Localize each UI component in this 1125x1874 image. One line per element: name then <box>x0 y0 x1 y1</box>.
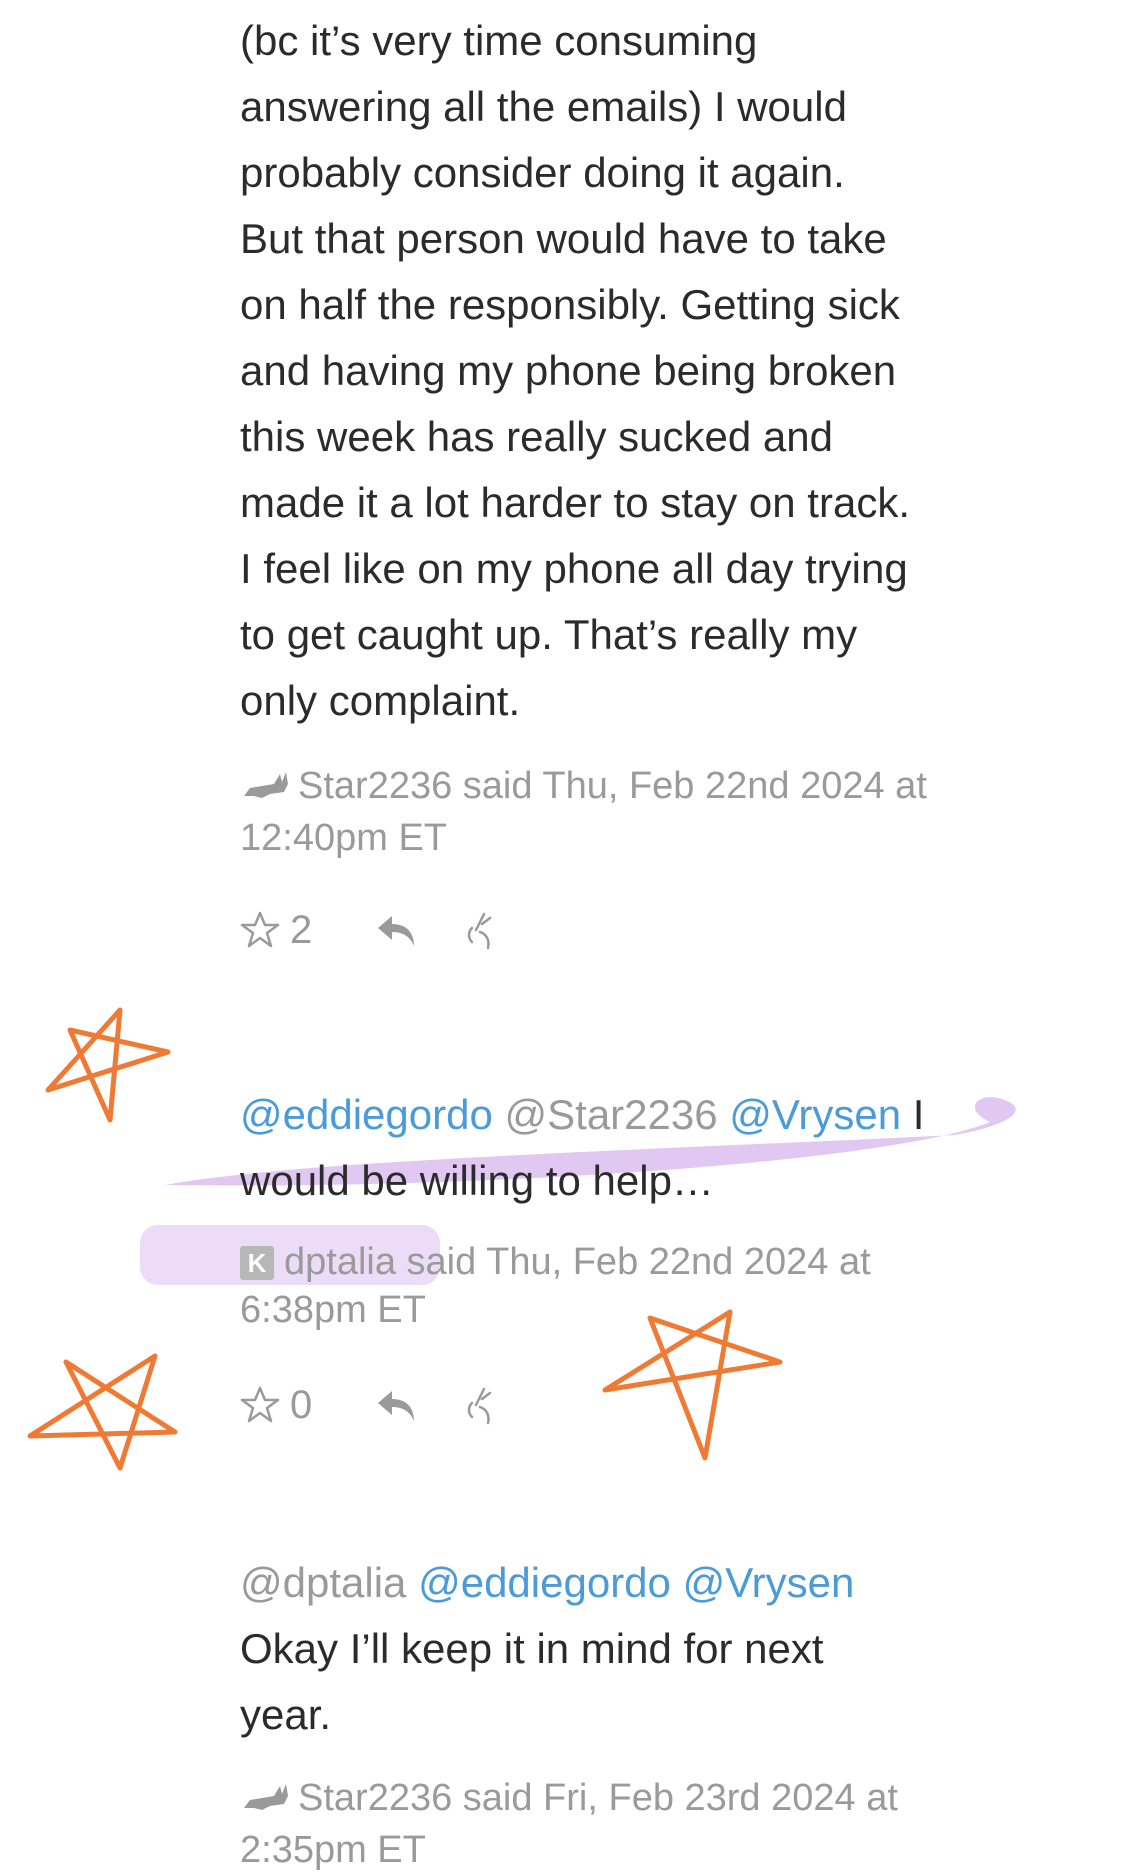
flag-button[interactable] <box>462 908 502 952</box>
star-icon <box>240 1386 280 1423</box>
comment-text: Okay I’ll keep it in mind for next <box>240 1625 824 1672</box>
star-count: 2 <box>290 907 313 952</box>
mention-link[interactable]: @Vrysen <box>729 1091 901 1138</box>
mention-link[interactable]: @Vrysen <box>683 1559 855 1606</box>
reply-button[interactable] <box>374 1385 418 1425</box>
star-count: 0 <box>290 1382 313 1427</box>
star-button[interactable]: 0 <box>240 1383 312 1428</box>
comment-1: (bc it’s very time consuming answering a… <box>240 8 1060 862</box>
flag-hand-icon <box>468 912 492 950</box>
comment-2-author[interactable]: dptalia <box>284 1241 396 1283</box>
comment-line: I feel like on my phone all day trying <box>240 545 908 592</box>
comment-3-meta: Star2236 said Fri, Feb 23rd 2024 at 2:35… <box>240 1774 1060 1874</box>
comment-1-meta-line1[interactable]: Star2236 said Thu, Feb 22nd 2024 at <box>298 765 927 807</box>
comment-line: But that person would have to take <box>240 215 887 262</box>
star-button[interactable]: 2 <box>240 908 312 953</box>
comment-line: made it a lot harder to stay on track. <box>240 479 910 526</box>
comment-2-actions: 0 <box>240 1375 502 1435</box>
flag-hand-icon <box>468 1387 492 1425</box>
orange-star-doodle <box>27 1353 178 1471</box>
comment-line: on half the responsibly. Getting sick <box>240 281 900 328</box>
comment-2-meta: Kdptalia said Thu, Feb 22nd 2024 at 6:38… <box>240 1238 1060 1334</box>
flag-button[interactable] <box>462 1383 502 1427</box>
comment-line: probably consider doing it again. <box>240 149 845 196</box>
comment-line: to get caught up. That’s really my <box>240 611 858 658</box>
k-badge-icon: K <box>240 1246 274 1280</box>
comment-line: this week has really sucked and <box>240 413 833 460</box>
mention-link[interactable]: @dptalia <box>240 1559 406 1606</box>
comment-3-body: @dptalia @eddiegordo @Vrysen Okay I’ll k… <box>240 1550 1060 1748</box>
comment-1-actions: 2 <box>240 900 502 960</box>
comment-1-meta: Star2236 said Thu, Feb 22nd 2024 at 12:4… <box>240 762 1060 862</box>
comment-2-meta-line2: 6:38pm ET <box>240 1289 426 1331</box>
mention-link[interactable]: @eddiegordo <box>240 1091 493 1138</box>
comment-3-meta-line2: 2:35pm ET <box>240 1829 426 1871</box>
reply-button[interactable] <box>374 910 418 950</box>
comment-line: and having my phone being broken <box>240 347 897 394</box>
comment-3: @dptalia @eddiegordo @Vrysen Okay I’ll k… <box>240 1550 1060 1874</box>
comment-text: year. <box>240 1691 332 1738</box>
reply-icon <box>378 1391 415 1421</box>
comment-line: (bc it’s very time consuming <box>240 17 758 64</box>
cat-avatar-icon <box>240 1778 292 1826</box>
comment-text: would be willing to help… <box>240 1157 714 1204</box>
comment-2-meta-rest: said Thu, Feb 22nd 2024 at <box>406 1241 871 1283</box>
comment-1-body: (bc it’s very time consuming answering a… <box>240 8 1060 734</box>
mention-link[interactable]: @Star2236 <box>505 1091 718 1138</box>
comment-2-body: @eddiegordo @Star2236 @Vrysen I would be… <box>240 1082 1060 1214</box>
comment-2: @eddiegordo @Star2236 @Vrysen I would be… <box>240 1082 1060 1334</box>
mention-link[interactable]: @eddiegordo <box>418 1559 671 1606</box>
cat-avatar-icon <box>240 766 292 814</box>
orange-star-doodle <box>45 1007 171 1123</box>
star-icon <box>240 911 280 948</box>
reply-icon <box>378 916 415 946</box>
comment-text: I <box>912 1091 925 1138</box>
comment-line: only complaint. <box>240 677 521 724</box>
comment-line: answering all the emails) I would <box>240 83 847 130</box>
comment-1-meta-line2: 12:40pm ET <box>240 817 447 859</box>
comment-3-meta-line1[interactable]: Star2236 said Fri, Feb 23rd 2024 at <box>298 1777 898 1819</box>
